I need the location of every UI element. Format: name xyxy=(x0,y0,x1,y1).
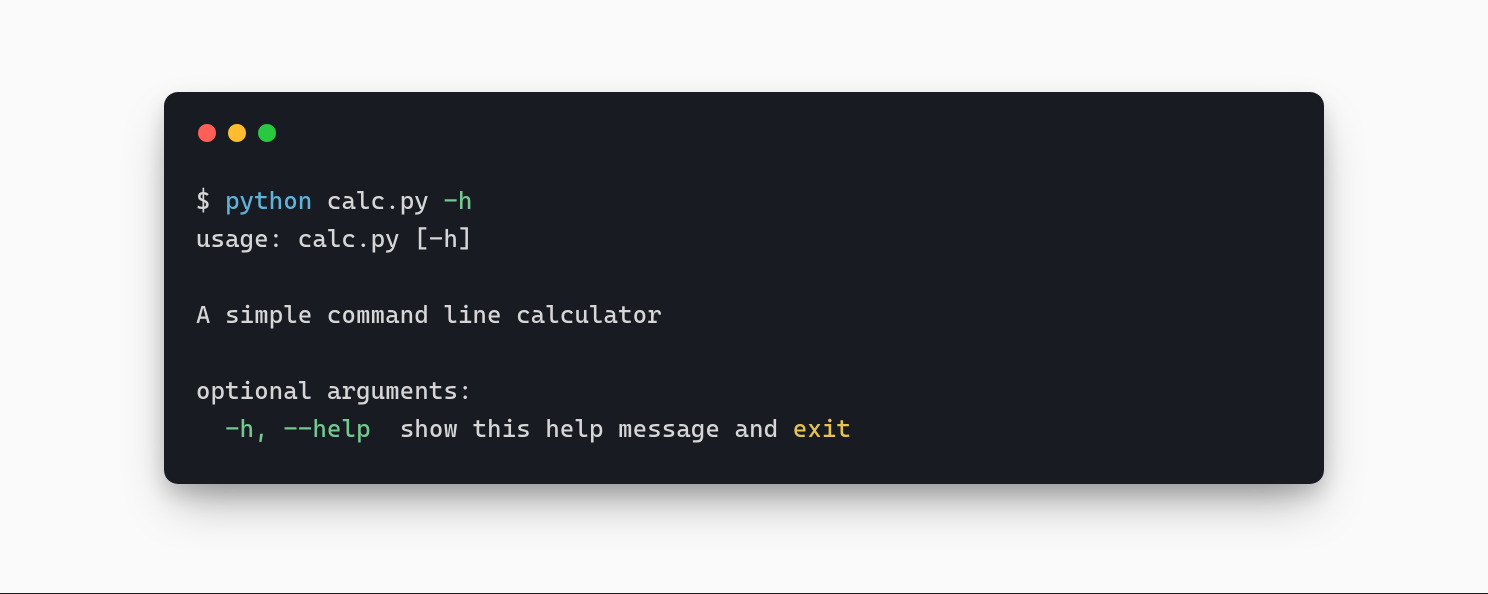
minimize-icon[interactable] xyxy=(228,124,246,142)
close-icon[interactable] xyxy=(198,124,216,142)
output-help-text: show this help message and xyxy=(400,414,793,443)
output-help-indent xyxy=(196,414,225,443)
output-description: A simple command line calculator xyxy=(196,300,662,329)
output-optional-header: optional arguments: xyxy=(196,376,473,405)
command-flag: -h xyxy=(443,186,472,215)
output-usage: usage: calc.py [-h] xyxy=(196,224,473,253)
output-help-flags: -h, --help xyxy=(225,414,371,443)
output-help-exit: exit xyxy=(793,414,851,443)
output-help-spacing xyxy=(371,414,400,443)
terminal-content[interactable]: $ python calc.py -h usage: calc.py [-h] … xyxy=(196,182,1292,448)
command-script: calc.py xyxy=(312,186,443,215)
traffic-lights xyxy=(198,124,1292,142)
command-interpreter: python xyxy=(225,186,312,215)
maximize-icon[interactable] xyxy=(258,124,276,142)
shell-prompt: $ xyxy=(196,186,225,215)
terminal-window: $ python calc.py -h usage: calc.py [-h] … xyxy=(164,92,1324,484)
